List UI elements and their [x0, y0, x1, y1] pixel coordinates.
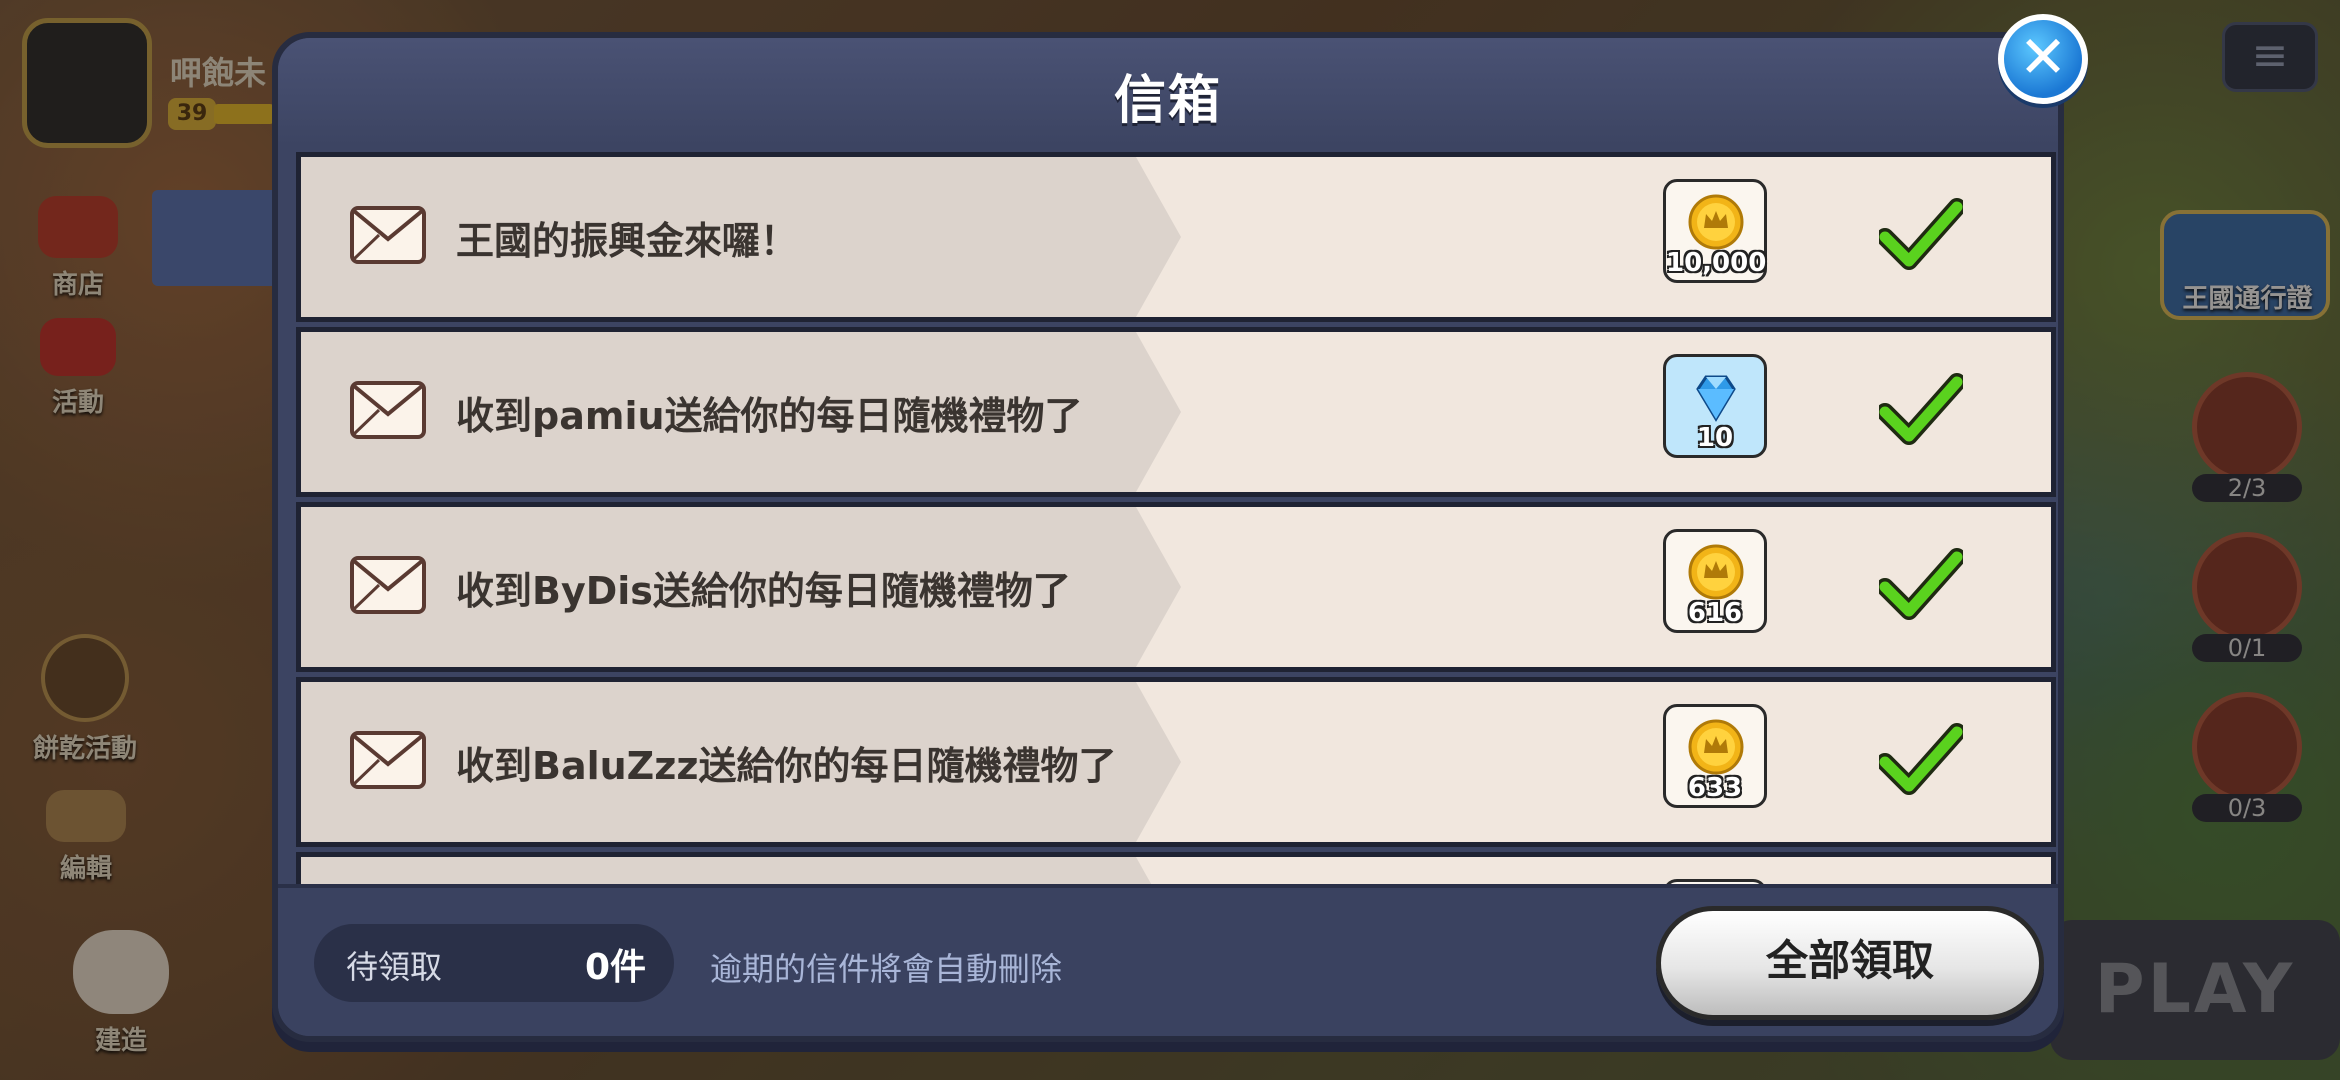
mail-text: 王國的振興金來囉！ [456, 218, 799, 263]
mail-text: 收到pamiu送給你的每日隨機禮物了 [456, 393, 1083, 438]
mail-text: 收到ByDis送給你的每日隨機禮物了 [456, 568, 1071, 613]
gem-icon [1696, 375, 1736, 422]
envelope-icon [350, 731, 426, 789]
mail-list[interactable]: 王國的振興金來囉！ 10,000 收到pamiu送給你的每日隨機禮物了 10 收… [296, 152, 2056, 922]
claim-all-button[interactable]: 全部領取 [1656, 906, 2044, 1020]
mail-text: 收到BaluZzz送給你的每日隨機禮物了 [456, 743, 1117, 788]
coin-icon [1688, 194, 1744, 250]
reward-tile: 633 [1663, 704, 1767, 808]
claim-check-icon[interactable] [1879, 372, 1963, 448]
mail-row[interactable]: 王國的振興金來囉！ 10,000 [296, 152, 2056, 322]
envelope-icon [350, 381, 426, 439]
mail-row[interactable]: 收到ByDis送給你的每日隨機禮物了 616 [296, 502, 2056, 672]
dialog-header: 信箱 [278, 38, 2058, 146]
expire-note: 逾期的信件將會自動刪除 [710, 950, 1063, 988]
mailbox-dialog: 信箱 王國的振興金來囉！ 10,000 收到pamiu送給你的每日隨機禮物了 1… [272, 32, 2064, 1042]
claim-check-icon[interactable] [1879, 722, 1963, 798]
reward-amount: 616 [1687, 598, 1743, 628]
mail-row[interactable]: 收到BaluZzz送給你的每日隨機禮物了 633 [296, 677, 2056, 847]
pending-counter: 待領取 0件 [314, 924, 674, 1002]
dialog-footer: 待領取 0件 逾期的信件將會自動刪除 全部領取 [278, 884, 2058, 1036]
envelope-icon [350, 206, 426, 264]
reward-tile: 616 [1663, 529, 1767, 633]
reward-tile: 10 [1663, 354, 1767, 458]
pending-label: 待領取 [346, 948, 443, 986]
reward-amount: 633 [1687, 773, 1743, 803]
coin-icon [1688, 719, 1744, 775]
reward-amount: 10,000 [1666, 248, 1767, 278]
reward-amount: 10 [1696, 423, 1734, 453]
mail-row[interactable]: 收到pamiu送給你的每日隨機禮物了 10 [296, 327, 2056, 497]
claim-check-icon[interactable] [1879, 197, 1963, 273]
claim-check-icon[interactable] [1879, 547, 1963, 623]
envelope-icon [350, 556, 426, 614]
reward-tile: 10,000 [1663, 179, 1767, 283]
pending-count: 0件 [584, 947, 646, 988]
close-button[interactable]: ✕ [1998, 14, 2088, 104]
coin-icon [1688, 544, 1744, 600]
dialog-title: 信箱 [1113, 71, 1222, 131]
close-icon: ✕ [2018, 23, 2068, 91]
